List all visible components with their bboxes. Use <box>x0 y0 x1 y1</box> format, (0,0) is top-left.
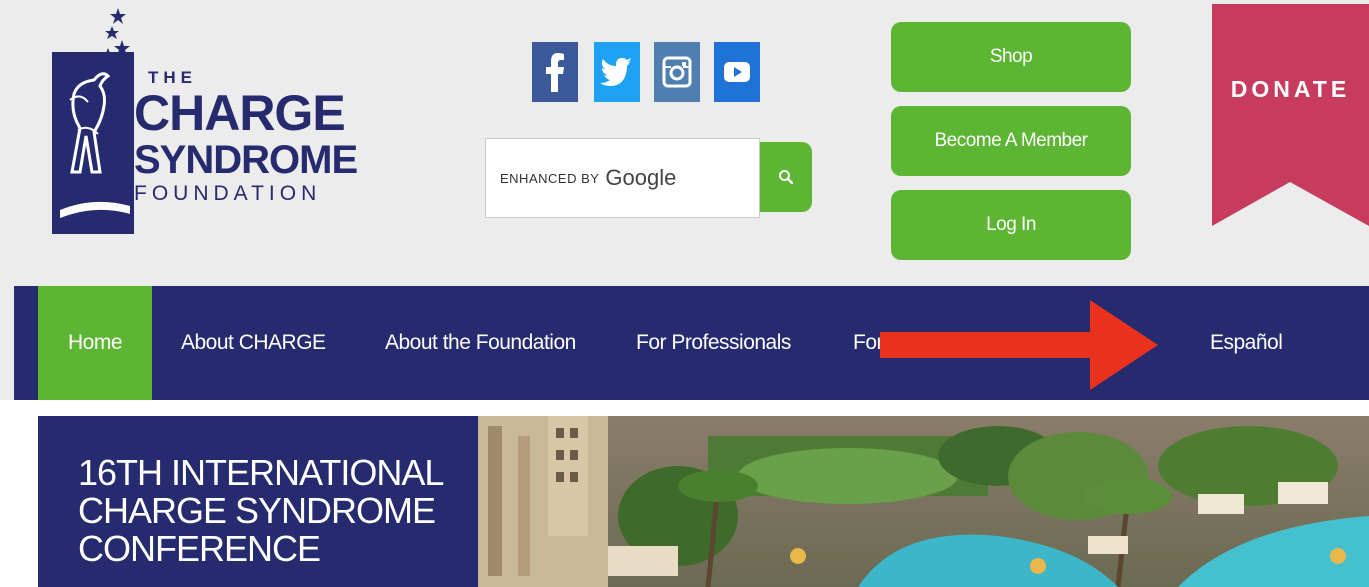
main-nav: Home About CHARGE About the Foundation F… <box>0 286 1369 400</box>
instagram-link[interactable] <box>654 42 700 102</box>
hero-title-line-3: CONFERENCE <box>78 528 321 569</box>
nav-edge <box>0 286 14 400</box>
facebook-link[interactable] <box>532 42 578 102</box>
search-input[interactable]: ENHANCED BY Google <box>485 138 760 218</box>
facebook-icon <box>546 53 564 92</box>
logo-text-syndrome: SYNDROME <box>134 138 358 182</box>
donate-ribbon[interactable] <box>1212 4 1369 226</box>
logo-text-foundation: FOUNDATION <box>134 182 322 205</box>
hero-spacer <box>0 400 1369 416</box>
hero-title-line-1: 16TH INTERNATIONAL <box>78 452 444 493</box>
search-google-label: Google <box>605 165 677 190</box>
search-button[interactable] <box>760 142 812 212</box>
foundation-logo[interactable]: THE CHARGE SYNDROME FOUNDATION <box>48 6 358 238</box>
twitter-link[interactable] <box>594 42 640 102</box>
search-enhanced-by: ENHANCED BY <box>500 170 600 186</box>
logo-figure-icon <box>60 72 130 218</box>
nav-item-about-foundation[interactable]: About the Foundation <box>385 286 576 400</box>
instagram-icon <box>662 56 692 88</box>
shop-button[interactable]: Shop <box>891 22 1131 92</box>
hero-title[interactable]: 16TH INTERNATIONAL CHARGE SYNDROME CONFE… <box>78 454 468 568</box>
become-member-button[interactable]: Become A Member <box>891 106 1131 176</box>
annotation-arrow-icon <box>880 300 1158 390</box>
login-button[interactable]: Log In <box>891 190 1131 260</box>
search-icon <box>779 170 794 185</box>
hero-title-line-2: CHARGE SYNDROME <box>78 490 436 531</box>
hero-edge <box>0 416 38 587</box>
donate-button[interactable]: DONATE <box>1212 76 1369 103</box>
youtube-icon <box>724 62 750 82</box>
logo-text-charge: CHARGE <box>134 85 346 141</box>
hero-resort-image[interactable] <box>478 416 1369 587</box>
nav-item-about-charge[interactable]: About CHARGE <box>181 286 326 400</box>
youtube-link[interactable] <box>714 42 760 102</box>
logo-stars-icon <box>102 8 130 61</box>
nav-item-espanol[interactable]: Español <box>1210 286 1283 400</box>
nav-item-professionals[interactable]: For Professionals <box>636 286 791 400</box>
twitter-icon <box>601 58 632 86</box>
nav-item-home[interactable]: Home <box>38 286 152 400</box>
site-header: THE CHARGE SYNDROME FOUNDATION ENHANCED … <box>0 0 1369 286</box>
